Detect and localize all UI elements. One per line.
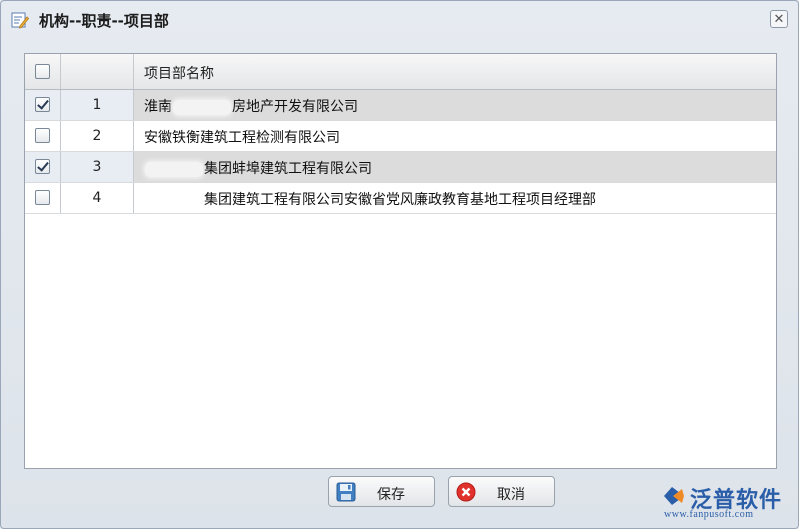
row-checkbox[interactable] (35, 190, 50, 205)
table-row[interactable]: 2 安徽铁衡建筑工程检测有限公司 (25, 121, 776, 152)
project-department-name: 安徽铁衡建筑工程检测有限公司 (144, 127, 340, 147)
row-num-cell: 3 (61, 152, 134, 182)
save-button-label: 保存 (377, 487, 405, 503)
name-prefix-text: 安徽铁衡建筑工程检测有限公司 (144, 130, 340, 146)
row-checkbox[interactable] (35, 128, 50, 143)
project-department-name: 集团建筑工程有限公司安徽省党风廉政教育基地工程项目经理部 (144, 189, 596, 209)
dialog-titlebar: 机构--职责--项目部 ✕ (1, 1, 798, 37)
header-num-cell (61, 54, 134, 89)
header-name-label: 项目部名称 (144, 66, 214, 82)
row-check-cell (25, 152, 61, 182)
cancel-button[interactable]: 取消 (448, 476, 555, 507)
brand-url: www.fanpusoft.com (664, 509, 754, 520)
project-department-name: 集团蚌埠建筑工程有限公司 (144, 158, 372, 178)
cancel-button-label: 取消 (497, 487, 525, 503)
row-check-cell (25, 183, 61, 213)
row-number: 2 (92, 128, 102, 144)
header-name-cell[interactable]: 项目部名称 (134, 54, 776, 89)
row-name-cell: 集团建筑工程有限公司安徽省党风廉政教育基地工程项目经理部 (134, 183, 776, 213)
row-name-cell: 淮南 房地产开发有限公司 (134, 90, 776, 120)
row-check-cell (25, 121, 61, 151)
close-icon: ✕ (773, 12, 785, 27)
redaction-mark (145, 161, 203, 177)
row-checkbox[interactable] (35, 97, 50, 112)
grid-header: 项目部名称 (25, 54, 776, 90)
name-suffix-text: 房地产开发有限公司 (232, 99, 358, 115)
table-row[interactable]: 3 集团蚌埠建筑工程有限公司 (25, 152, 776, 183)
cancel-circle-icon (456, 482, 476, 502)
row-checkbox[interactable] (35, 159, 50, 174)
name-suffix-text: 集团蚌埠建筑工程有限公司 (204, 161, 372, 177)
project-department-name: 淮南 房地产开发有限公司 (144, 96, 358, 116)
row-number: 4 (92, 190, 102, 206)
row-name-cell: 集团蚌埠建筑工程有限公司 (134, 152, 776, 182)
redaction-mark (173, 99, 231, 115)
header-check-cell (25, 54, 61, 89)
row-number: 1 (92, 97, 102, 113)
save-button[interactable]: 保存 (328, 476, 435, 507)
dialog-title: 机构--职责--项目部 (39, 12, 169, 30)
row-num-cell: 2 (61, 121, 134, 151)
close-button[interactable]: ✕ (770, 10, 788, 28)
name-suffix-text: 集团建筑工程有限公司安徽省党风廉政教育基地工程项目经理部 (204, 192, 596, 208)
table-row[interactable]: 1 淮南 房地产开发有限公司 (25, 90, 776, 121)
form-edit-icon (11, 12, 29, 29)
row-num-cell: 4 (61, 183, 134, 213)
dialog-window: 机构--职责--项目部 ✕ 项目部名称 1 淮南 房地产开发有限公司 2 安徽铁衡建筑工… (0, 0, 799, 529)
table-row[interactable]: 4 集团建筑工程有限公司安徽省党风廉政教育基地工程项目经理部 (25, 183, 776, 214)
name-prefix-text: 淮南 (144, 99, 172, 115)
redaction-mark (145, 192, 203, 208)
floppy-disk-icon (336, 482, 356, 502)
project-department-grid: 项目部名称 1 淮南 房地产开发有限公司 2 安徽铁衡建筑工程检测有限公司 3 集团蚌埠建筑… (24, 53, 777, 469)
row-check-cell (25, 90, 61, 120)
row-number: 3 (92, 159, 102, 175)
select-all-checkbox[interactable] (35, 64, 50, 79)
brand-watermark: 泛普软件 www.fanpusoft.com (660, 480, 790, 520)
fanpu-logo-icon (664, 487, 684, 505)
row-num-cell: 1 (61, 90, 134, 120)
row-name-cell: 安徽铁衡建筑工程检测有限公司 (134, 121, 776, 151)
